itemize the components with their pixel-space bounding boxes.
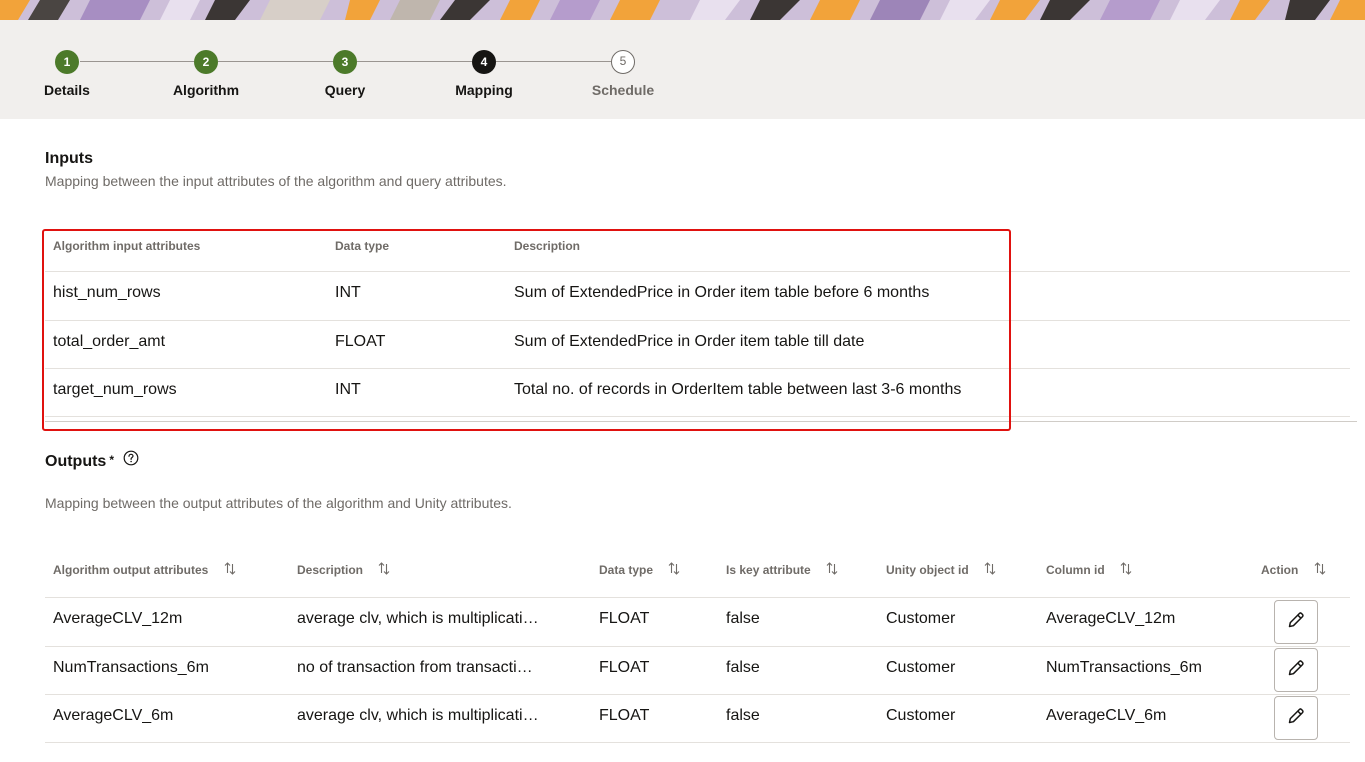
cell-data-type: FLOAT <box>599 659 650 676</box>
column-header-label: Action <box>1261 563 1299 577</box>
sort-icon[interactable] <box>378 562 390 578</box>
cell-data-type: FLOAT <box>599 707 650 724</box>
row-divider <box>45 694 1350 695</box>
column-header-label: Is key attribute <box>726 563 811 577</box>
edit-button[interactable] <box>1274 696 1318 740</box>
cell-is-key: false <box>726 659 760 676</box>
cell-column-id: AverageCLV_6m <box>1046 707 1167 724</box>
column-header-label: Algorithm output attributes <box>53 563 209 577</box>
sort-icon[interactable] <box>1314 562 1326 578</box>
cell-unity-object: Customer <box>886 610 956 627</box>
step-details[interactable]: 1 Details <box>7 50 127 98</box>
step-algorithm[interactable]: 2 Algorithm <box>146 50 266 98</box>
outputs-title-text: Outputs <box>45 453 107 471</box>
sort-icon[interactable] <box>826 562 838 578</box>
cell-description: average clv, which is multiplicati… <box>297 707 539 724</box>
help-circle-icon[interactable] <box>123 450 139 471</box>
sort-icon[interactable] <box>224 562 236 578</box>
step-number: 2 <box>194 50 218 74</box>
cell-unity-object: Customer <box>886 707 956 724</box>
step-label: Query <box>324 82 366 98</box>
column-header-description[interactable]: Description <box>297 562 390 578</box>
cell-column-id: AverageCLV_12m <box>1046 610 1176 627</box>
column-header-label: Column id <box>1046 563 1105 577</box>
step-query[interactable]: 3 Query <box>285 50 405 98</box>
cell-attribute: AverageCLV_6m <box>53 707 174 724</box>
cell-is-key: false <box>726 610 760 627</box>
row-divider <box>45 597 1350 598</box>
edit-button[interactable] <box>1274 600 1318 644</box>
header-banner <box>0 0 1365 20</box>
column-header-unity-object[interactable]: Unity object id <box>886 562 996 578</box>
step-number: 3 <box>333 50 357 74</box>
step-number: 5 <box>611 50 635 74</box>
step-label: Algorithm <box>172 82 240 98</box>
step-label: Mapping <box>455 82 513 98</box>
pencil-icon <box>1286 658 1306 683</box>
cell-attribute: AverageCLV_12m <box>53 610 183 627</box>
row-divider <box>45 646 1350 647</box>
cell-column-id: NumTransactions_6m <box>1046 659 1202 676</box>
inputs-title: Inputs <box>45 150 93 167</box>
step-schedule[interactable]: 5 Schedule <box>563 50 683 98</box>
wizard-stepper: 1 Details 2 Algorithm 3 Query 4 Mapping … <box>0 20 1365 119</box>
cell-unity-object: Customer <box>886 659 956 676</box>
cell-description: no of transaction from transacti… <box>297 659 533 676</box>
cell-is-key: false <box>726 707 760 724</box>
highlight-box <box>42 229 1011 431</box>
step-number: 4 <box>472 50 496 74</box>
column-header-attribute[interactable]: Algorithm output attributes <box>53 562 236 578</box>
row-divider <box>45 742 1350 743</box>
column-header-label: Unity object id <box>886 563 969 577</box>
outputs-title: Outputs * <box>45 450 139 471</box>
column-header-is-key[interactable]: Is key attribute <box>726 562 838 578</box>
column-header-label: Description <box>297 563 364 577</box>
column-header-data-type[interactable]: Data type <box>599 562 680 578</box>
outputs-description: Mapping between the output attributes of… <box>45 495 512 511</box>
required-marker: * <box>109 453 114 467</box>
column-header-action[interactable]: Action <box>1261 562 1326 578</box>
step-label: Schedule <box>591 82 655 98</box>
inputs-description: Mapping between the input attributes of … <box>45 173 507 189</box>
sort-icon[interactable] <box>984 562 996 578</box>
step-label: Details <box>44 82 90 98</box>
column-header-column-id[interactable]: Column id <box>1046 562 1132 578</box>
cell-data-type: FLOAT <box>599 610 650 627</box>
pencil-icon <box>1286 706 1306 731</box>
sort-icon[interactable] <box>1120 562 1132 578</box>
pencil-icon <box>1286 610 1306 635</box>
sort-icon[interactable] <box>668 562 680 578</box>
edit-button[interactable] <box>1274 648 1318 692</box>
step-number: 1 <box>55 50 79 74</box>
step-mapping[interactable]: 4 Mapping <box>424 50 544 98</box>
cell-attribute: NumTransactions_6m <box>53 659 209 676</box>
cell-description: average clv, which is multiplicati… <box>297 610 539 627</box>
column-header-label: Data type <box>599 563 654 577</box>
